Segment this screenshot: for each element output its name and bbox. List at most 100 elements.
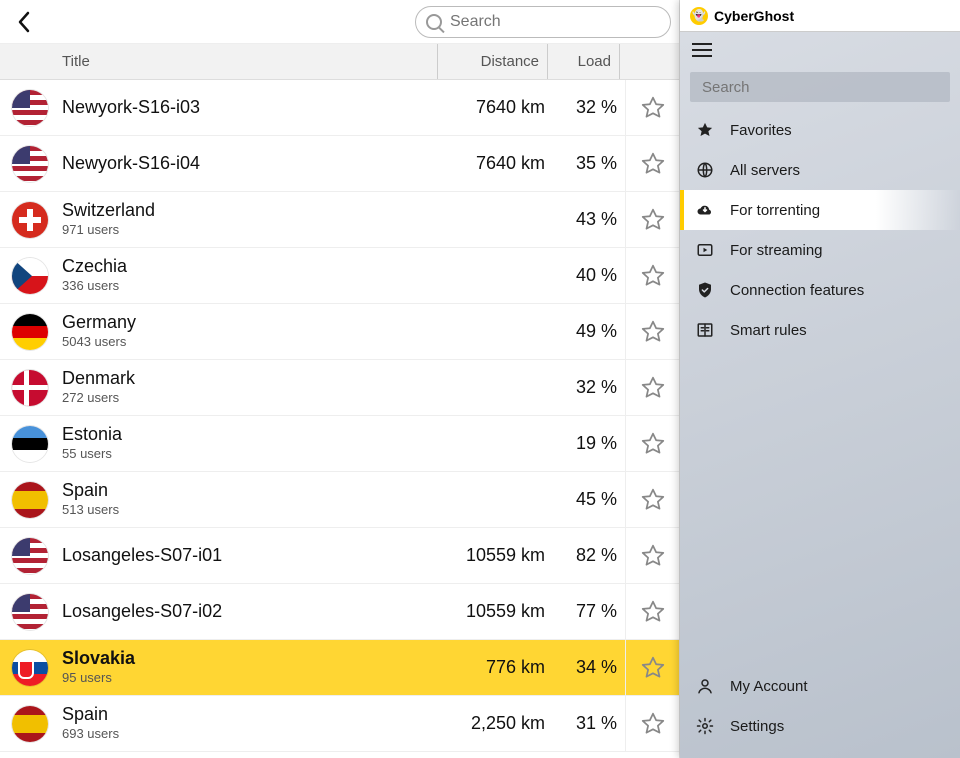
server-row[interactable]: Denmark272 users32 % bbox=[0, 360, 679, 416]
server-load: 40 % bbox=[553, 265, 625, 286]
server-title: Losangeles-S07-i01 bbox=[62, 546, 443, 566]
server-row[interactable]: Germany5043 users49 % bbox=[0, 304, 679, 360]
side-item-for-streaming[interactable]: For streaming bbox=[680, 230, 960, 270]
favorite-star-button[interactable] bbox=[640, 543, 666, 569]
favorite-cell bbox=[625, 80, 679, 135]
brand-name: CyberGhost bbox=[714, 8, 794, 24]
favorite-cell bbox=[625, 584, 679, 639]
server-users: 5043 users bbox=[62, 335, 443, 349]
favorite-star-button[interactable] bbox=[640, 263, 666, 289]
server-load: 49 % bbox=[553, 321, 625, 342]
side-search-input[interactable] bbox=[700, 78, 940, 97]
col-header-title[interactable]: Title bbox=[0, 53, 437, 70]
server-distance: 2,250 km bbox=[443, 713, 553, 734]
server-distance: 7640 km bbox=[443, 153, 553, 174]
back-button[interactable] bbox=[8, 6, 40, 38]
server-row[interactable]: Czechia336 users40 % bbox=[0, 248, 679, 304]
server-titles: Switzerland971 users bbox=[62, 201, 443, 237]
server-users: 55 users bbox=[62, 447, 443, 461]
server-search-input[interactable] bbox=[448, 12, 660, 32]
server-titles: Losangeles-S07-i01 bbox=[62, 546, 443, 566]
flag-icon bbox=[12, 370, 48, 406]
flag-icon bbox=[12, 146, 48, 182]
server-load: 32 % bbox=[553, 377, 625, 398]
server-row[interactable]: Spain693 users2,250 km31 % bbox=[0, 696, 679, 752]
favorite-star-button[interactable] bbox=[640, 319, 666, 345]
server-load: 77 % bbox=[553, 601, 625, 622]
server-load: 31 % bbox=[553, 713, 625, 734]
server-row[interactable]: Switzerland971 users43 % bbox=[0, 192, 679, 248]
server-row[interactable]: Newyork-S16-i047640 km35 % bbox=[0, 136, 679, 192]
server-load: 45 % bbox=[553, 489, 625, 510]
side-footer-label: Settings bbox=[730, 718, 784, 735]
topbar bbox=[0, 0, 679, 44]
side-item-favorites[interactable]: Favorites bbox=[680, 110, 960, 150]
server-title: Newyork-S16-i03 bbox=[62, 98, 443, 118]
server-load: 19 % bbox=[553, 433, 625, 454]
server-titles: Spain693 users bbox=[62, 705, 443, 741]
side-item-label: For torrenting bbox=[730, 202, 820, 219]
server-distance: 10559 km bbox=[443, 601, 553, 622]
favorite-star-button[interactable] bbox=[640, 95, 666, 121]
favorite-star-button[interactable] bbox=[640, 487, 666, 513]
side-item-connection-features[interactable]: Connection features bbox=[680, 270, 960, 310]
side-search[interactable] bbox=[690, 72, 950, 102]
side-footer-settings[interactable]: Settings bbox=[680, 706, 960, 746]
server-titles: Newyork-S16-i03 bbox=[62, 98, 443, 118]
server-row[interactable]: Spain513 users45 % bbox=[0, 472, 679, 528]
favorite-star-button[interactable] bbox=[640, 599, 666, 625]
star-icon bbox=[696, 121, 714, 139]
favorite-cell bbox=[625, 472, 679, 527]
server-row[interactable]: Estonia55 users 19 % bbox=[0, 416, 679, 472]
favorite-cell bbox=[625, 248, 679, 303]
hamburger-menu-button[interactable] bbox=[692, 43, 712, 57]
server-row[interactable]: Losangeles-S07-i0110559 km82 % bbox=[0, 528, 679, 584]
flag-icon bbox=[12, 706, 48, 742]
server-row[interactable]: Slovakia95 users776 km34 % bbox=[0, 640, 679, 696]
server-rows: Newyork-S16-i037640 km32 %Newyork-S16-i0… bbox=[0, 80, 679, 758]
flag-icon bbox=[12, 650, 48, 686]
server-load: 82 % bbox=[553, 545, 625, 566]
rules-icon bbox=[696, 321, 714, 339]
favorite-star-button[interactable] bbox=[640, 151, 666, 177]
favorite-star-button[interactable] bbox=[640, 711, 666, 737]
server-titles: Newyork-S16-i04 bbox=[62, 154, 443, 174]
shield-icon bbox=[696, 281, 714, 299]
favorite-cell bbox=[625, 640, 679, 695]
side-item-label: For streaming bbox=[730, 242, 823, 259]
favorite-star-button[interactable] bbox=[640, 655, 666, 681]
server-row[interactable]: Losangeles-S07-i0210559 km77 % bbox=[0, 584, 679, 640]
side-menu: FavoritesAll servers For torrenting For st… bbox=[680, 110, 960, 350]
favorite-star-button[interactable] bbox=[640, 207, 666, 233]
server-search[interactable] bbox=[415, 6, 671, 38]
server-title: Losangeles-S07-i02 bbox=[62, 602, 443, 622]
side-item-for-torrenting[interactable]: For torrenting bbox=[680, 190, 960, 230]
col-header-load[interactable]: Load bbox=[547, 44, 619, 79]
favorite-cell bbox=[625, 136, 679, 191]
side-item-label: Connection features bbox=[730, 282, 864, 299]
server-title: Spain bbox=[62, 481, 443, 501]
side-item-all-servers[interactable]: All servers bbox=[680, 150, 960, 190]
flag-icon bbox=[12, 90, 48, 126]
server-list-panel: Title Distance Load Newyork-S16-i037640 … bbox=[0, 0, 680, 758]
col-header-distance[interactable]: Distance bbox=[437, 44, 547, 79]
side-item-label: Smart rules bbox=[730, 322, 807, 339]
server-row[interactable]: Newyork-S16-i037640 km32 % bbox=[0, 80, 679, 136]
server-load: 35 % bbox=[553, 153, 625, 174]
flag-icon bbox=[12, 538, 48, 574]
brand-bar: 👻 CyberGhost bbox=[680, 0, 960, 32]
server-titles: Estonia55 users bbox=[62, 425, 443, 461]
favorite-star-button[interactable] bbox=[640, 431, 666, 457]
server-title: Newyork-S16-i04 bbox=[62, 154, 443, 174]
favorite-cell bbox=[625, 696, 679, 751]
gear-icon bbox=[696, 717, 714, 735]
server-distance: 7640 km bbox=[443, 97, 553, 118]
flag-icon bbox=[12, 314, 48, 350]
col-header-favorite bbox=[619, 44, 679, 79]
server-distance: 10559 km bbox=[443, 545, 553, 566]
server-titles: Losangeles-S07-i02 bbox=[62, 602, 443, 622]
side-panel: 👻 CyberGhost FavoritesAll servers For tor… bbox=[680, 0, 960, 758]
favorite-star-button[interactable] bbox=[640, 375, 666, 401]
side-item-smart-rules[interactable]: Smart rules bbox=[680, 310, 960, 350]
side-footer-my-account[interactable]: My Account bbox=[680, 666, 960, 706]
